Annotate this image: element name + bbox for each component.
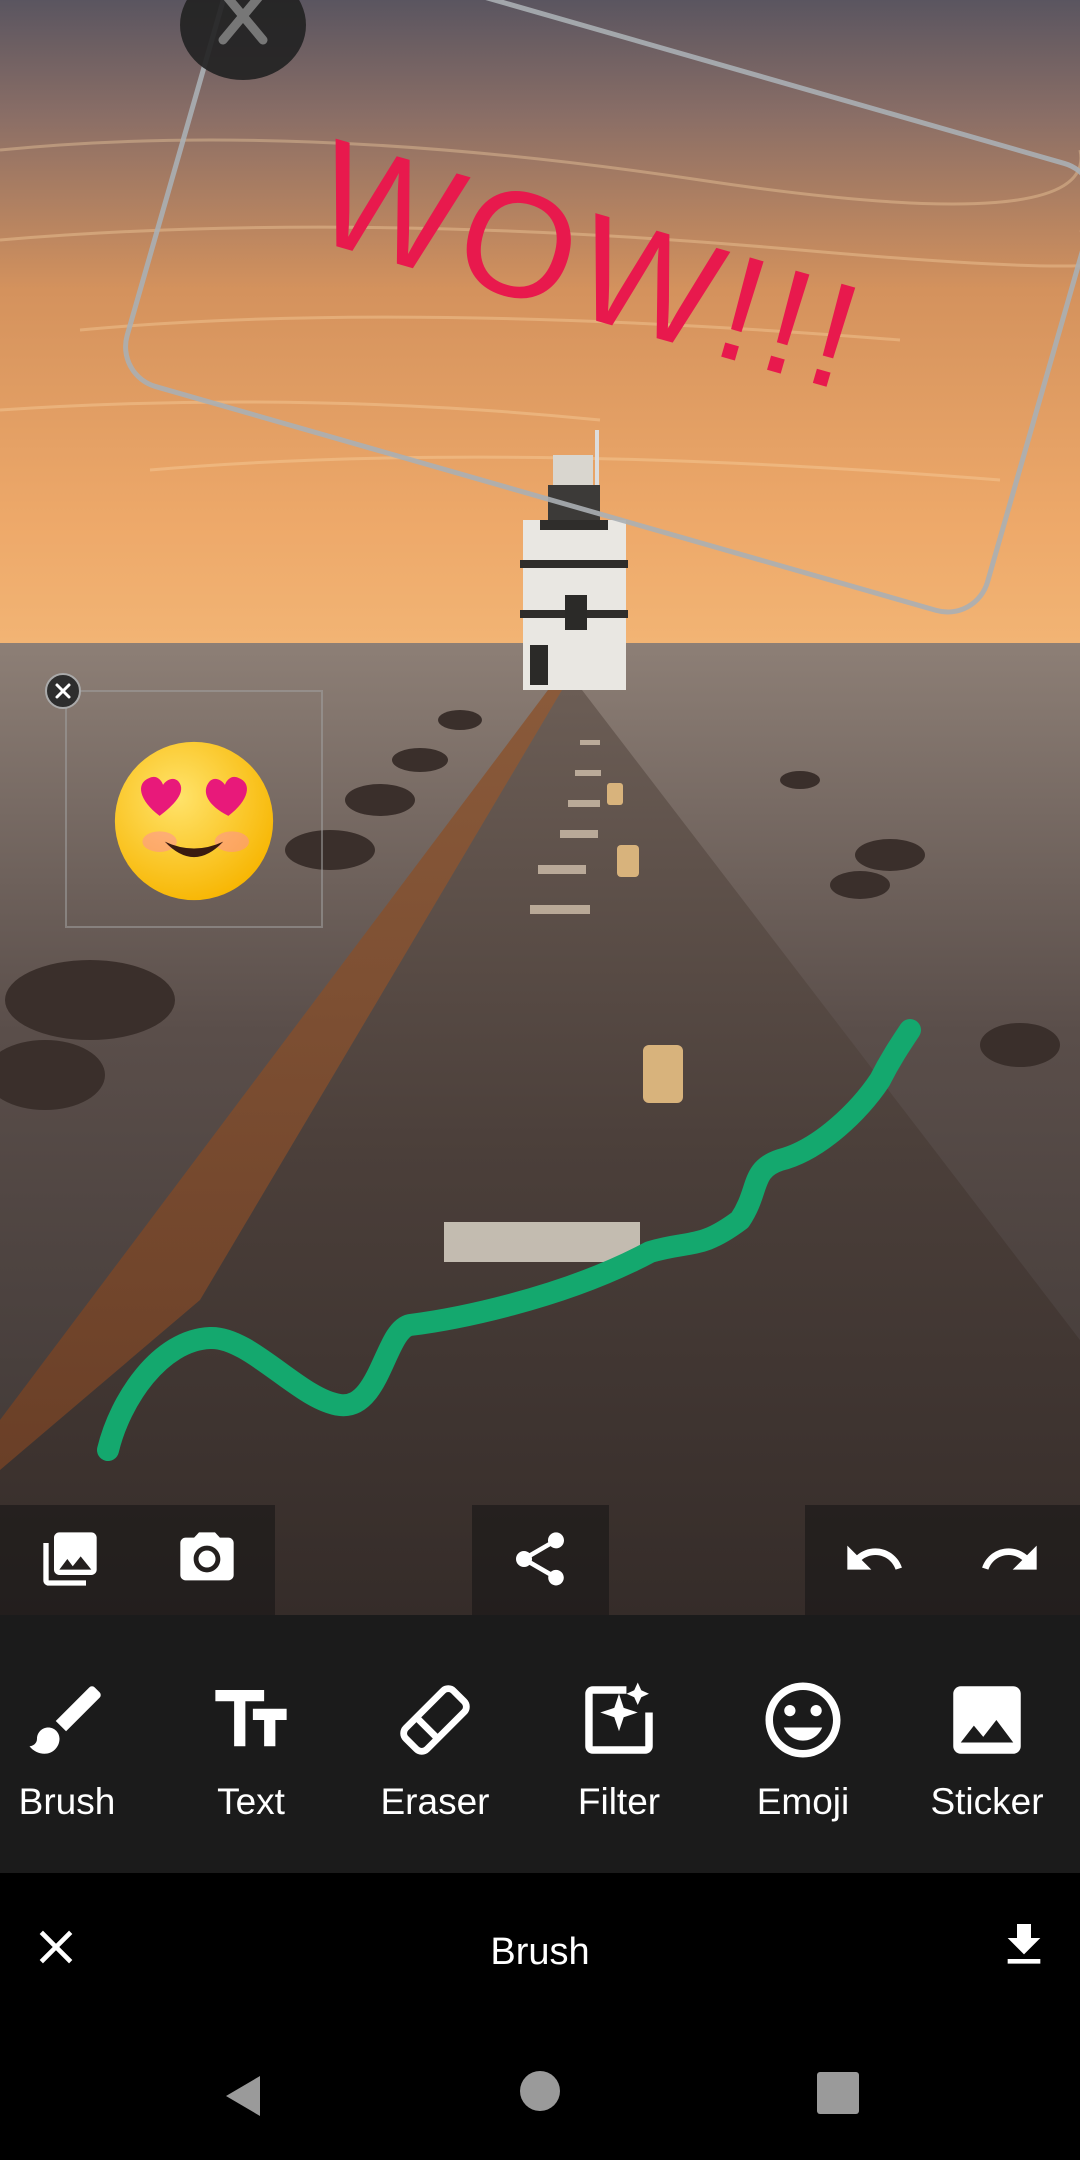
edit-action-bar: Brush <box>0 1873 1080 2033</box>
back-icon[interactable] <box>220 2072 268 2120</box>
emoji-icon <box>758 1675 848 1765</box>
tool-eraser-label: Eraser <box>380 1781 490 1822</box>
share-icon[interactable] <box>508 1527 572 1591</box>
text-sticker-close-icon[interactable] <box>180 0 306 80</box>
filter-icon <box>574 1675 664 1765</box>
text-sticker[interactable]: WOW!!! <box>112 0 1080 625</box>
tool-text[interactable]: Text <box>161 1615 341 1873</box>
text-icon <box>206 1675 296 1765</box>
tool-sticker[interactable]: Sticker <box>897 1615 1077 1873</box>
current-tool-title: Brush <box>490 1931 590 1973</box>
home-icon[interactable] <box>520 2071 560 2111</box>
brush-icon <box>22 1675 112 1765</box>
tool-emoji[interactable]: Emoji <box>713 1615 893 1873</box>
redo-icon[interactable] <box>978 1527 1042 1591</box>
eraser-icon <box>390 1675 480 1765</box>
tool-text-label: Text <box>217 1781 285 1822</box>
tool-sticker-label: Sticker <box>930 1781 1044 1822</box>
undo-icon[interactable] <box>842 1527 906 1591</box>
tool-bar: Brush Text Eraser Filter Emoji Sticker <box>0 1615 1080 1873</box>
tool-emoji-label: Emoji <box>756 1781 850 1822</box>
tool-filter[interactable]: Filter <box>529 1615 709 1873</box>
tool-brush[interactable]: Brush <box>0 1615 157 1873</box>
tool-filter-label: Filter <box>577 1781 661 1822</box>
recents-icon[interactable] <box>817 2072 859 2114</box>
tool-eraser[interactable]: Eraser <box>345 1615 525 1873</box>
heart-eyes-emoji-icon[interactable] <box>108 735 280 907</box>
camera-icon[interactable] <box>175 1527 239 1591</box>
emoji-sticker-close-icon[interactable] <box>45 673 81 709</box>
download-icon[interactable] <box>996 1917 1052 1973</box>
photo-canvas[interactable]: WOW!!! <box>0 0 1080 1615</box>
system-navigation-bar <box>0 2033 1080 2160</box>
tool-brush-label: Brush <box>18 1781 116 1822</box>
sticker-icon <box>942 1675 1032 1765</box>
gallery-icon[interactable] <box>38 1527 102 1591</box>
